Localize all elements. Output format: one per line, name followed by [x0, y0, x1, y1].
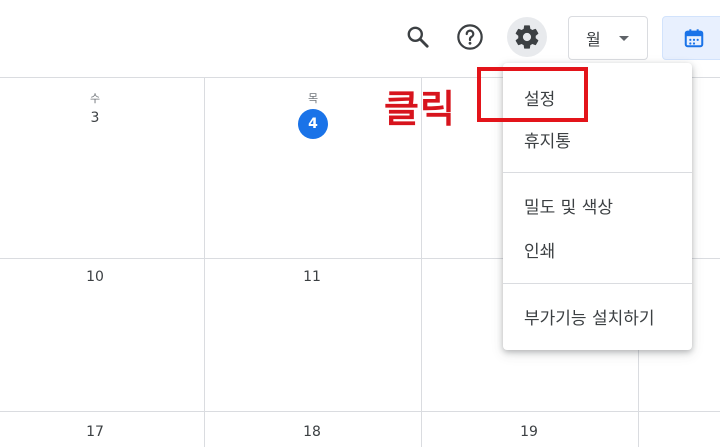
settings-menu: 설정 휴지통 밀도 및 색상 인쇄 부가기능 설치하기 [503, 63, 692, 350]
menu-divider [503, 172, 692, 173]
help-button[interactable] [450, 17, 490, 57]
day-of-week-label: 수 [89, 92, 101, 105]
day-number[interactable]: 17 [75, 424, 115, 440]
search-icon [407, 26, 429, 48]
menu-item-print[interactable]: 인쇄 [503, 229, 692, 269]
chevron-down-icon [619, 36, 629, 41]
today-day-number[interactable]: 4 [298, 109, 328, 139]
menu-item-density-color[interactable]: 밀도 및 색상 [503, 185, 692, 225]
view-select-label: 월 [586, 30, 601, 49]
gear-icon [515, 25, 539, 49]
menu-item-trash[interactable]: 휴지통 [503, 119, 692, 159]
day-cell-header[interactable]: 목 4 [293, 90, 333, 139]
menu-divider [503, 283, 692, 284]
calendar-view-button[interactable] [662, 16, 720, 60]
grid-column-divider [421, 78, 422, 447]
view-select-dropdown[interactable]: 월 [568, 16, 648, 60]
settings-button[interactable] [507, 17, 547, 57]
grid-row-divider [0, 411, 720, 412]
search-button[interactable] [398, 17, 438, 57]
day-cell-header[interactable]: 수 3 [75, 90, 115, 126]
menu-item-install-addons[interactable]: 부가기능 설치하기 [503, 296, 692, 336]
day-number[interactable]: 18 [292, 424, 332, 440]
calendar-icon [684, 29, 704, 48]
day-number[interactable]: 10 [75, 269, 115, 285]
day-of-week-label: 목 [307, 92, 319, 105]
grid-column-divider [204, 78, 205, 447]
click-annotation-label: 클릭 [384, 87, 456, 131]
day-number[interactable]: 19 [509, 424, 549, 440]
help-icon [457, 24, 483, 50]
day-number[interactable]: 3 [75, 110, 115, 126]
menu-item-settings[interactable]: 설정 [503, 77, 692, 117]
day-number[interactable]: 11 [292, 269, 332, 285]
